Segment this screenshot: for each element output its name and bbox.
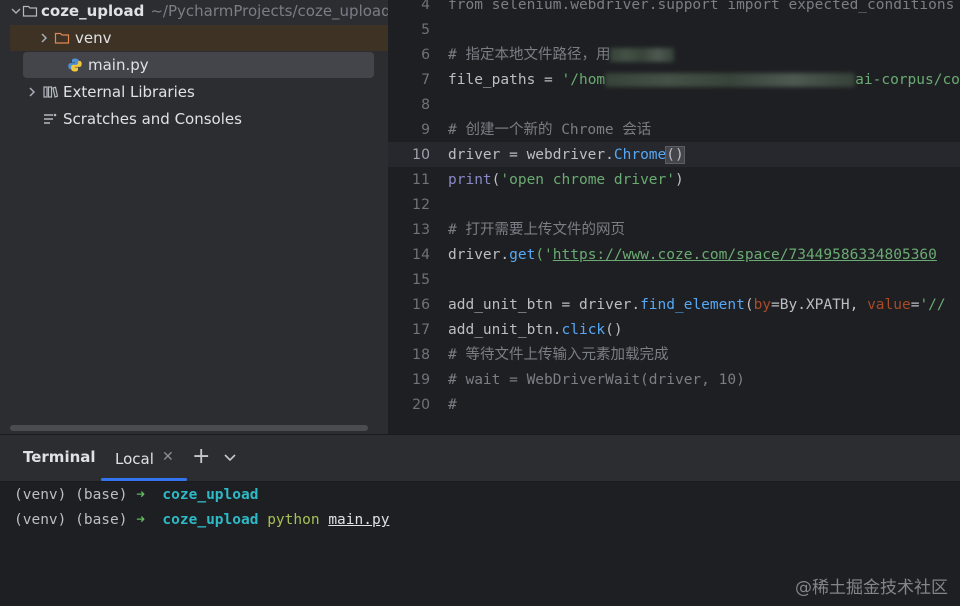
line-number: 16 (412, 297, 430, 313)
terminal-line: (venv) (base) ➜ coze_upload (14, 487, 259, 503)
add-tab-icon[interactable]: + (192, 444, 210, 469)
line-number-gutter: 4 5 6 7 8 9 10 11 12 13 14 15 16 17 18 1… (388, 0, 440, 410)
code-line: # 打开需要上传文件的网页 (448, 222, 625, 238)
terminal-title: Terminal (23, 448, 96, 466)
chevron-down-icon[interactable] (10, 5, 22, 17)
code-line: add_unit_btn = driver.find_element(by=By… (448, 297, 946, 313)
code-editor[interactable]: 4 5 6 7 8 9 10 11 12 13 14 15 16 17 18 1… (388, 0, 960, 410)
root-folder-path: ~/PycharmProjects/coze_upload (150, 2, 388, 20)
prompt-arrow-icon: ➜ (136, 512, 145, 528)
tree-item-label: External Libraries (63, 83, 195, 101)
line-number: 8 (421, 97, 430, 113)
watermark: @稀土掘金技术社区 (795, 578, 948, 598)
tree-root-coze-upload[interactable]: coze_upload ~/PycharmProjects/coze_uploa… (10, 0, 388, 24)
url-link[interactable]: https://www.coze.com/space/7344958633480… (553, 247, 937, 263)
line-number: 11 (412, 172, 430, 188)
line-number: 18 (412, 347, 430, 363)
code-line: # (448, 397, 457, 410)
chevron-right-icon[interactable] (36, 32, 52, 44)
tree-item-external-libraries[interactable]: External Libraries (10, 79, 388, 105)
tab-local[interactable]: Local ✕ (101, 435, 187, 481)
terminal-output[interactable]: (venv) (base) ➜ coze_upload (venv) (base… (14, 483, 389, 533)
prompt-arrow-icon: ➜ (136, 487, 145, 503)
tree-item-label: Scratches and Consoles (63, 110, 242, 128)
line-number: 17 (412, 322, 430, 338)
line-number: 7 (421, 72, 430, 88)
folder-icon (52, 30, 72, 46)
close-icon[interactable]: ✕ (162, 449, 174, 465)
chevron-down-icon[interactable] (222, 449, 238, 465)
code-line: add_unit_btn.click() (448, 322, 623, 338)
library-icon (40, 84, 60, 100)
python-file-icon (65, 57, 85, 73)
line-number: 5 (421, 22, 430, 38)
line-number: 9 (421, 122, 430, 138)
root-folder-name: coze_upload (41, 2, 145, 20)
code-line-current: driver = webdriver.Chrome() (448, 146, 685, 164)
line-number: 12 (412, 197, 430, 213)
code-line: # wait = WebDriverWait(driver, 10) (448, 372, 745, 388)
project-tree[interactable]: coze_upload ~/PycharmProjects/coze_uploa… (0, 0, 388, 434)
code-line: from selenium.webdriver.support import e… (448, 0, 955, 13)
tree-item-main-py[interactable]: main.py (23, 52, 374, 78)
redacted-text (610, 48, 675, 62)
line-number: 6 (421, 47, 430, 63)
tab-label: Local (115, 450, 154, 468)
tree-item-label: venv (75, 29, 112, 47)
tree-item-venv[interactable]: venv (10, 25, 388, 51)
terminal-header: Terminal Local ✕ + (0, 435, 960, 482)
scratches-icon (40, 111, 60, 127)
line-number: 15 (412, 272, 430, 288)
code-line: file_paths = '/homai-corpus/corp (448, 72, 960, 88)
active-tab-indicator (101, 478, 187, 481)
code-line: print('open chrome driver') (448, 172, 684, 188)
redacted-text (605, 73, 856, 87)
tree-item-label: main.py (88, 56, 149, 74)
line-number: 14 (412, 247, 430, 263)
line-number: 13 (412, 222, 430, 238)
tree-item-scratches[interactable]: Scratches and Consoles (10, 106, 388, 132)
terminal-line: (venv) (base) ➜ coze_upload python main.… (14, 512, 390, 528)
code-line: # 指定本地文件路径，用 (448, 43, 675, 68)
chevron-right-icon[interactable] (24, 86, 40, 98)
line-number: 4 (421, 0, 430, 13)
folder-icon (22, 3, 38, 19)
horizontal-scrollbar[interactable] (10, 425, 368, 431)
line-number: 20 (412, 397, 430, 410)
line-number: 19 (412, 372, 430, 388)
code-line: # 等待文件上传输入元素加载完成 (448, 347, 669, 363)
code-line: # 创建一个新的 Chrome 会话 (448, 122, 652, 138)
line-number-current: 10 (412, 147, 430, 163)
terminal-panel[interactable]: Terminal Local ✕ + (venv) (base) ➜ coze_… (0, 435, 960, 606)
code-line: driver.get('https://www.coze.com/space/7… (448, 247, 937, 263)
